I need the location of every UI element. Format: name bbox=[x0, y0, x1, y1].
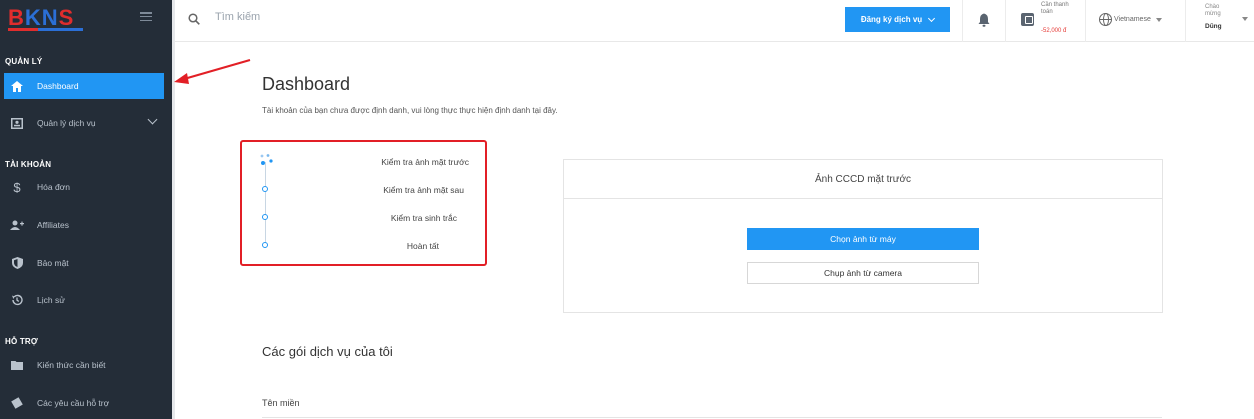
sidebar: BKNS QUẢN LÝ Dashboard Quản lý dịch vụ T… bbox=[0, 0, 172, 419]
chevron-down-icon bbox=[147, 114, 158, 125]
sidebar-item-label: Affiliates bbox=[37, 220, 69, 230]
shield-icon bbox=[10, 256, 24, 270]
tab-domain[interactable]: Tên miền bbox=[262, 398, 300, 408]
greeting-label: Chào mừng bbox=[1205, 4, 1221, 17]
sidebar-item-security[interactable]: Bảo mật bbox=[4, 250, 164, 276]
step-label-complete: Hoàn tất bbox=[406, 241, 439, 251]
loading-spinner-icon bbox=[259, 153, 273, 167]
bell-icon[interactable] bbox=[978, 13, 990, 27]
sidebar-item-label: Dashboard bbox=[37, 81, 79, 91]
sidebar-item-label: Quản lý dịch vụ bbox=[37, 118, 96, 128]
sidebar-item-dashboard[interactable]: Dashboard bbox=[4, 73, 164, 99]
section-title-support: HỖ TRỢ bbox=[5, 337, 38, 346]
home-icon bbox=[10, 79, 24, 93]
sidebar-item-label: Bảo mật bbox=[37, 258, 69, 268]
user-name[interactable]: Dũng bbox=[1205, 23, 1222, 30]
steps-connector-line bbox=[265, 162, 266, 244]
logo-letter: B bbox=[8, 5, 25, 30]
user-menu-caret-icon[interactable] bbox=[1242, 17, 1248, 21]
search-input[interactable] bbox=[215, 11, 515, 23]
divider bbox=[1185, 0, 1186, 42]
verification-notice[interactable]: Tài khoản của bạn chưa được định danh, v… bbox=[262, 106, 558, 115]
sidebar-item-history[interactable]: Lịch sử bbox=[4, 287, 164, 313]
dollar-icon: $ bbox=[13, 179, 21, 195]
annotation-arrow-icon bbox=[174, 58, 251, 84]
globe-icon bbox=[1099, 13, 1112, 26]
sidebar-item-tickets[interactable]: Các yêu cầu hỗ trợ bbox=[4, 390, 164, 416]
id-card-icon bbox=[10, 116, 24, 130]
language-label: Vietnamese bbox=[1114, 16, 1151, 23]
sidebar-item-label: Các yêu cầu hỗ trợ bbox=[37, 398, 110, 408]
caret-down-icon bbox=[1155, 17, 1162, 22]
sidebar-item-label: Hóa đơn bbox=[37, 182, 70, 192]
top-bar: Đăng ký dịch vụ Cần thanh toán -52,000 đ… bbox=[175, 0, 1254, 42]
sidebar-item-knowledge[interactable]: Kiến thức cần biết bbox=[4, 352, 164, 378]
divider bbox=[1005, 0, 1006, 42]
logo-letter: S bbox=[58, 5, 75, 30]
step-dot bbox=[262, 242, 268, 248]
users-icon bbox=[10, 218, 24, 232]
ticket-icon bbox=[10, 396, 24, 410]
take-photo-button[interactable]: Chụp ảnh từ camera bbox=[747, 262, 979, 284]
folder-icon bbox=[10, 358, 24, 372]
sidebar-item-affiliates[interactable]: Affiliates bbox=[4, 212, 164, 238]
logo-letter: N bbox=[41, 5, 59, 30]
sidebar-item-label: Kiến thức cần biết bbox=[37, 360, 106, 370]
language-selector[interactable]: Vietnamese bbox=[1099, 13, 1162, 26]
section-title-manage: QUẢN LÝ bbox=[5, 57, 43, 66]
chevron-down-icon bbox=[928, 14, 936, 22]
step-dot bbox=[262, 186, 268, 192]
step-label-back: Kiểm tra ảnh mặt sau bbox=[383, 185, 464, 195]
search-icon[interactable] bbox=[188, 12, 200, 25]
register-service-label: Đăng ký dịch vụ bbox=[860, 15, 923, 24]
sidebar-item-label: Lịch sử bbox=[37, 295, 65, 305]
sidebar-item-services[interactable]: Quản lý dịch vụ bbox=[4, 110, 164, 136]
step-dot bbox=[262, 214, 268, 220]
wallet-icon[interactable] bbox=[1021, 13, 1034, 26]
register-service-button[interactable]: Đăng ký dịch vụ bbox=[845, 7, 950, 32]
id-upload-card-title: Ảnh CCCD mặt trước bbox=[564, 160, 1162, 199]
step-label-biometric: Kiểm tra sinh trắc bbox=[390, 213, 457, 223]
id-upload-card: Ảnh CCCD mặt trước Chọn ảnh từ máy Chụp … bbox=[563, 159, 1163, 313]
divider bbox=[1085, 0, 1086, 42]
sidebar-item-invoices[interactable]: $ Hóa đơn bbox=[4, 174, 164, 200]
page-title: Dashboard bbox=[262, 74, 351, 94]
logo-letter: K bbox=[24, 5, 42, 30]
services-section-title: Các gói dịch vụ của tôi bbox=[262, 344, 393, 359]
balance-label: Cần thanh toán bbox=[1041, 2, 1069, 15]
balance-value: -52,000 đ bbox=[1041, 28, 1067, 34]
logo-underline bbox=[8, 28, 83, 31]
choose-image-button[interactable]: Chọn ảnh từ máy bbox=[747, 228, 979, 250]
step-label-front: Kiểm tra ảnh mặt trước bbox=[381, 157, 469, 167]
menu-toggle-icon[interactable] bbox=[140, 12, 152, 21]
divider bbox=[962, 0, 963, 42]
tab-divider bbox=[262, 417, 1162, 418]
section-title-account: TÀI KHOẢN bbox=[5, 160, 52, 169]
history-icon bbox=[10, 293, 24, 307]
